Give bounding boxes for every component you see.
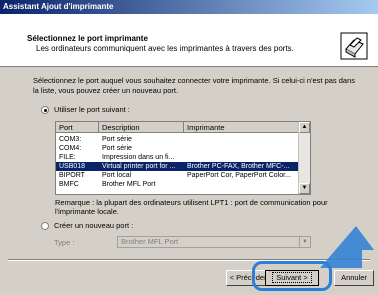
port-row[interactable]: COM3: Port série xyxy=(56,135,299,144)
port-row[interactable]: BIPORT Port local PaperPort Cor, PaperPo… xyxy=(56,171,299,180)
header-description: Les ordinateurs communiquent avec les im… xyxy=(36,44,294,53)
port-list[interactable]: Port Description Imprimante COM3: Port s… xyxy=(55,121,311,195)
port-cell: USB018 xyxy=(59,163,86,170)
port-row[interactable]: BMFC Brother MFL Port xyxy=(56,180,299,189)
port-row[interactable]: FILE: Impression dans un fi... xyxy=(56,153,299,162)
printer-cell: PaperPort Cor, PaperPort Color... xyxy=(187,172,291,179)
window-title: Assistant Ajout d'imprimante xyxy=(3,2,114,11)
printer-cell: Brother PC-FAX, Brother MFC-... xyxy=(187,163,290,170)
header-title: Sélectionnez le port imprimante xyxy=(27,34,148,43)
description-cell: Virtual printer port for ... xyxy=(102,163,176,170)
port-type-select[interactable]: Brother MFL Port ▼ xyxy=(117,236,311,248)
port-type-label: Type : xyxy=(54,238,75,247)
port-cell: FILE: xyxy=(59,154,76,161)
port-type-value: Brother MFL Port xyxy=(121,237,179,246)
port-cell: COM3: xyxy=(59,136,82,143)
description-cell: Port série xyxy=(102,136,132,143)
port-row-selected[interactable]: USB018 Virtual printer port for ... Brot… xyxy=(56,162,299,171)
column-header-port[interactable]: Port xyxy=(56,122,99,133)
title-bar[interactable]: Assistant Ajout d'imprimante xyxy=(0,0,378,14)
arrow-pointer-icon xyxy=(320,226,374,268)
port-list-scrollbar[interactable]: ▲ ▼ xyxy=(298,122,310,194)
description-cell: Port local xyxy=(102,172,132,179)
description-cell: Impression dans un fi... xyxy=(102,154,175,161)
existing-port-label[interactable]: Utiliser le port suivant : xyxy=(54,105,130,114)
column-header-printer[interactable]: Imprimante xyxy=(184,122,300,133)
instructions-text: Sélectionnez le port auquel vous souhait… xyxy=(33,76,356,95)
port-cell: COM4: xyxy=(59,145,82,152)
port-cell: BIPORT xyxy=(59,172,85,179)
description-cell: Port série xyxy=(102,145,132,152)
column-header-description[interactable]: Description xyxy=(99,122,184,133)
printer-icon xyxy=(340,32,368,60)
port-row[interactable]: COM4: Port série xyxy=(56,144,299,153)
new-port-radio[interactable] xyxy=(41,222,49,230)
remark-text: Remarque : la plupart des ordinateurs ut… xyxy=(55,198,328,216)
wizard-header: Sélectionnez le port imprimante Les ordi… xyxy=(0,14,378,67)
existing-port-radio[interactable] xyxy=(41,106,49,114)
add-printer-wizard-window: Assistant Ajout d'imprimante Sélectionne… xyxy=(0,0,378,295)
scroll-up-icon[interactable]: ▲ xyxy=(299,122,310,133)
cancel-button[interactable]: Annuler xyxy=(334,270,374,286)
description-cell: Brother MFL Port xyxy=(102,181,156,188)
chevron-down-icon[interactable]: ▼ xyxy=(299,237,310,247)
new-port-label[interactable]: Créer un nouveau port : xyxy=(54,221,133,230)
scroll-down-icon[interactable]: ▼ xyxy=(299,183,310,194)
port-list-header: Port Description Imprimante xyxy=(56,122,310,133)
port-cell: BMFC xyxy=(59,181,79,188)
